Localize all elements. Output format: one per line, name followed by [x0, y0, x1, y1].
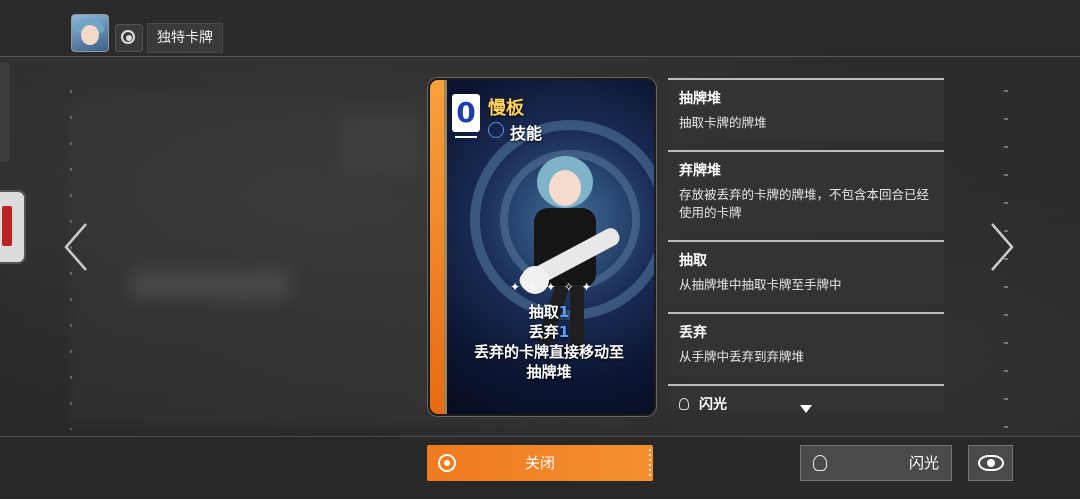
flash-button[interactable]: 闪光 [800, 445, 952, 481]
glossary-entry: 抽牌堆 抽取卡牌的牌堆 [668, 78, 944, 142]
keyword-glossary-panel[interactable]: 抽牌堆 抽取卡牌的牌堆 弃牌堆 存放被丢弃的卡牌的牌堆，不包含本回合已经使用的卡… [668, 78, 944, 410]
target-icon-dot [126, 35, 132, 41]
glossary-title: 抽取 [679, 253, 707, 269]
glossary-entry: 丢弃 从手牌中丢弃到弃牌堆 [668, 312, 944, 376]
sparkle-divider: ✦ ✧ ✦ ✧ ✦ [510, 280, 594, 294]
desc-line: 抽牌堆 [526, 363, 572, 381]
glossary-title: 抽牌堆 [679, 91, 721, 107]
glossary-entry: 弃牌堆 存放被丢弃的卡牌的牌堆，不包含本回合已经使用的卡牌 [668, 150, 944, 232]
desc-line: 抽取1 [444, 302, 654, 322]
lightbulb-icon [679, 398, 689, 410]
glossary-text: 抽取卡牌的牌堆 [679, 115, 767, 130]
skill-type-icon [488, 122, 504, 138]
glossary-title: 弃牌堆 [679, 163, 721, 179]
desc-label: 抽取 [528, 303, 559, 321]
desc-value: 1 [558, 303, 570, 321]
card-stripe [430, 80, 444, 414]
card-cost: 0 [456, 96, 476, 129]
page-title: 独特卡牌 [147, 23, 223, 53]
side-tab[interactable] [0, 62, 10, 162]
cost-underline [455, 136, 477, 138]
close-button[interactable]: 关闭 [427, 445, 653, 481]
avatar-face [81, 25, 99, 45]
glossary-text: 存放被丢弃的卡牌的牌堆，不包含本回合已经使用的卡牌 [679, 187, 930, 220]
button-edge-dots [649, 449, 651, 477]
glossary-entry: 抽取 从抽牌堆中抽取卡牌至手牌中 [668, 240, 944, 304]
card-description: 抽取1 丢弃1 丢弃的卡牌直接移动至 抽牌堆 [444, 302, 654, 382]
desc-label: 丢弃 [528, 323, 559, 341]
eye-icon-pupil [987, 459, 995, 467]
background-blur [130, 270, 290, 300]
character-avatar[interactable] [71, 14, 109, 52]
glossary-title-text: 闪光 [699, 397, 727, 410]
target-icon [115, 24, 143, 52]
desc-value: 1 [558, 323, 570, 341]
background-blur [340, 115, 420, 175]
chevron-right-icon[interactable] [990, 222, 1014, 272]
flash-button-label: 闪光 [908, 454, 939, 472]
lightbulb-icon [813, 455, 827, 471]
glossary-text: 从手牌中丢弃到弃牌堆 [679, 349, 805, 364]
side-tab-active[interactable] [0, 190, 26, 264]
skill-card: 0 慢板 技能 ✦ ✧ ✦ ✧ ✦ 抽取1 丢弃1 丢弃的卡牌直接移动至 抽牌堆 [428, 78, 656, 416]
desc-line: 丢弃的卡牌直接移动至 [473, 343, 624, 361]
card-name: 慢板 [488, 98, 524, 119]
close-button-label: 关闭 [524, 454, 555, 472]
glossary-text: 从抽牌堆中抽取卡牌至手牌中 [679, 277, 842, 292]
scroll-down-indicator[interactable] [800, 405, 812, 413]
side-tab-mark [2, 206, 12, 246]
desc-line: 丢弃1 [444, 322, 654, 342]
view-toggle-button[interactable] [968, 445, 1013, 481]
card-type: 技能 [510, 124, 543, 143]
glossary-title: 丢弃 [679, 325, 707, 341]
chevron-left-icon[interactable] [64, 222, 88, 272]
